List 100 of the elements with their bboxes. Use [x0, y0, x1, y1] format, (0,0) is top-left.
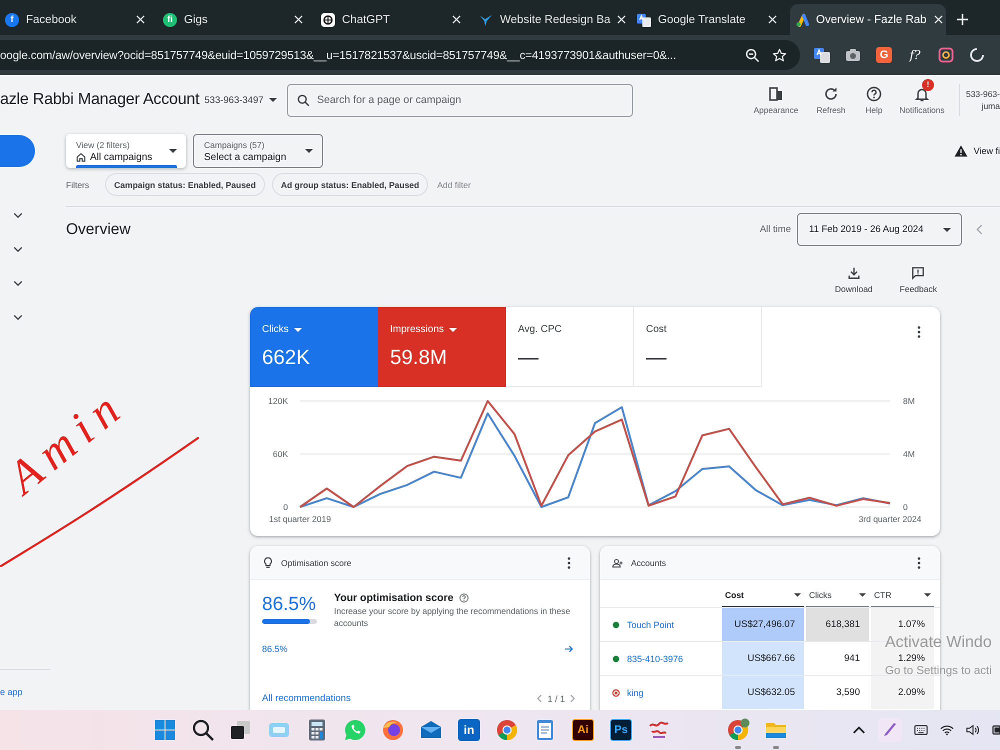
account-link[interactable]: king — [627, 688, 644, 698]
close-icon[interactable] — [934, 15, 943, 24]
account-link[interactable]: 835-410-3976 — [627, 654, 684, 664]
layout-icon — [768, 86, 784, 102]
account-link[interactable]: Touch Point — [627, 620, 674, 630]
activation-notice-text: Go to Settings to acti — [885, 666, 992, 678]
header-action-button[interactable]: Refresh — [808, 78, 854, 114]
search-field[interactable]: Search for a page or campaign — [287, 84, 633, 116]
metric-tile[interactable]: Avg. CPC — — [506, 307, 634, 387]
caret-icon — [294, 328, 302, 332]
camera-icon[interactable] — [845, 47, 861, 63]
axis-tick-label: 8M — [903, 396, 915, 406]
browser-logo-icon[interactable] — [726, 718, 750, 742]
chevron-up-icon[interactable] — [852, 724, 866, 736]
toolbar-button[interactable]: Download — [834, 266, 873, 294]
axis-tick-label: 120K — [268, 396, 288, 406]
browser-logo-icon[interactable] — [495, 718, 519, 742]
close-icon[interactable] — [294, 15, 303, 24]
dropdown[interactable]: View (2 filters) All campaigns — [66, 134, 186, 168]
account-title: azle Rabbi Manager Account — [0, 91, 200, 109]
metric-tile[interactable]: Impressions 59.8M — [378, 307, 506, 387]
filter-chip[interactable]: Campaign status: Enabled, Paused — [105, 173, 265, 196]
translate-icon[interactable] — [814, 47, 830, 63]
wifi-icon[interactable] — [940, 724, 954, 736]
browser-tab[interactable]: Google Translate — [632, 4, 788, 35]
browser-tab[interactable]: f Facebook — [0, 4, 156, 35]
column-header[interactable]: CTR — [871, 584, 934, 607]
ring-square-icon[interactable] — [938, 47, 954, 63]
more-icon[interactable] — [917, 556, 921, 568]
table-cell: US$667.66 — [722, 642, 804, 675]
chevron-down-icon[interactable] — [13, 314, 23, 321]
caret-icon — [924, 593, 931, 597]
metric-tile[interactable]: Cost — — [634, 307, 762, 387]
browser-tab[interactable]: Overview - Fazle Rab — [790, 4, 946, 35]
more-icon[interactable] — [917, 326, 921, 338]
more-icon[interactable] — [567, 556, 571, 568]
app-logo[interactable]: Ai — [572, 719, 594, 741]
header-action-button[interactable]: Appearance — [744, 78, 808, 114]
card-title: Accounts — [631, 558, 666, 568]
star-icon[interactable] — [772, 48, 787, 62]
axis-tick-label: 3rd quarter 2024 — [858, 514, 922, 524]
browser-tab[interactable]: ChatGPT — [316, 4, 472, 35]
filters-label: Filters — [66, 180, 90, 190]
caret-icon[interactable] — [268, 98, 277, 102]
chevron-down-icon[interactable] — [13, 246, 23, 253]
metric-tile[interactable]: Clicks 662K — [250, 307, 378, 387]
help-icon[interactable] — [459, 593, 470, 603]
header-action-button[interactable]: ! Notifications — [894, 78, 950, 114]
filter-chip[interactable]: Ad group status: Enabled, Paused — [272, 173, 428, 196]
card-title: Optimisation score — [281, 558, 352, 568]
warning-icon — [954, 145, 968, 157]
score-value: 86.5% — [262, 594, 317, 616]
table-cell-text: 941 — [843, 652, 861, 666]
chevron-left-icon[interactable] — [537, 694, 542, 703]
caret-icon — [305, 149, 313, 153]
lightbulb-icon — [262, 556, 274, 568]
caret-icon — [943, 228, 951, 232]
chevron-down-icon[interactable] — [13, 212, 23, 219]
close-icon[interactable] — [617, 15, 626, 24]
close-icon[interactable] — [136, 15, 145, 24]
zoom-icon[interactable] — [745, 48, 760, 62]
column-header[interactable]: Cost — [722, 584, 804, 607]
notice-link[interactable]: View fi — [974, 146, 1000, 156]
app-logo[interactable]: in — [458, 719, 480, 741]
header-action-button[interactable]: Help — [854, 78, 894, 114]
browser-tab[interactable]: fi Gigs — [158, 4, 314, 35]
people-icon — [612, 556, 624, 568]
search-icon — [297, 94, 310, 106]
battery-icon[interactable] — [992, 724, 1000, 736]
circle-logo-icon[interactable] — [381, 718, 405, 742]
task-view-icon[interactable] — [229, 718, 253, 742]
date-range-dropdown[interactable]: 11 Feb 2019 - 26 Aug 2024 — [797, 213, 962, 246]
pen-icon[interactable] — [878, 718, 902, 742]
chevron-down-icon[interactable] — [13, 280, 23, 287]
table-cell: US$632.05 — [722, 676, 804, 709]
plus-icon[interactable] — [956, 13, 969, 26]
search-icon[interactable] — [191, 718, 215, 742]
translate-icon — [637, 12, 651, 26]
windows-icon[interactable] — [153, 718, 177, 742]
dropdown[interactable]: Campaigns (57) Select a campaign — [193, 134, 323, 168]
address-bar[interactable]: oogle.com/aw/overview?ocid=851757749&euid=1059729513&__u=1517821537&uscid=851757749&__c=4193773901&authuser=0&... — [0, 40, 800, 70]
table-cell: 2.09% — [871, 676, 934, 709]
browser-tab[interactable]: Website Redesign Ba — [474, 4, 630, 35]
sidebar-link[interactable]: e app — [0, 687, 23, 697]
help-icon — [866, 86, 882, 102]
chevron-right-icon[interactable] — [570, 694, 575, 703]
recommendations-link[interactable]: All recommendations — [262, 693, 351, 704]
close-icon[interactable] — [768, 15, 777, 24]
arrow-right-icon[interactable] — [564, 644, 574, 653]
home-icon — [76, 152, 86, 162]
extension-logo[interactable]: f? — [907, 47, 923, 63]
keyboard-icon[interactable] — [914, 724, 928, 736]
toolbar-button[interactable]: Feedback — [900, 266, 937, 294]
column-header[interactable]: Clicks — [806, 584, 869, 607]
close-icon[interactable] — [452, 15, 461, 24]
app-logo[interactable]: Ps — [610, 719, 632, 741]
create-button[interactable] — [0, 135, 35, 167]
arc-icon[interactable] — [969, 47, 985, 63]
speaker-icon[interactable] — [966, 724, 980, 736]
score-link[interactable]: 86.5% — [262, 644, 288, 654]
